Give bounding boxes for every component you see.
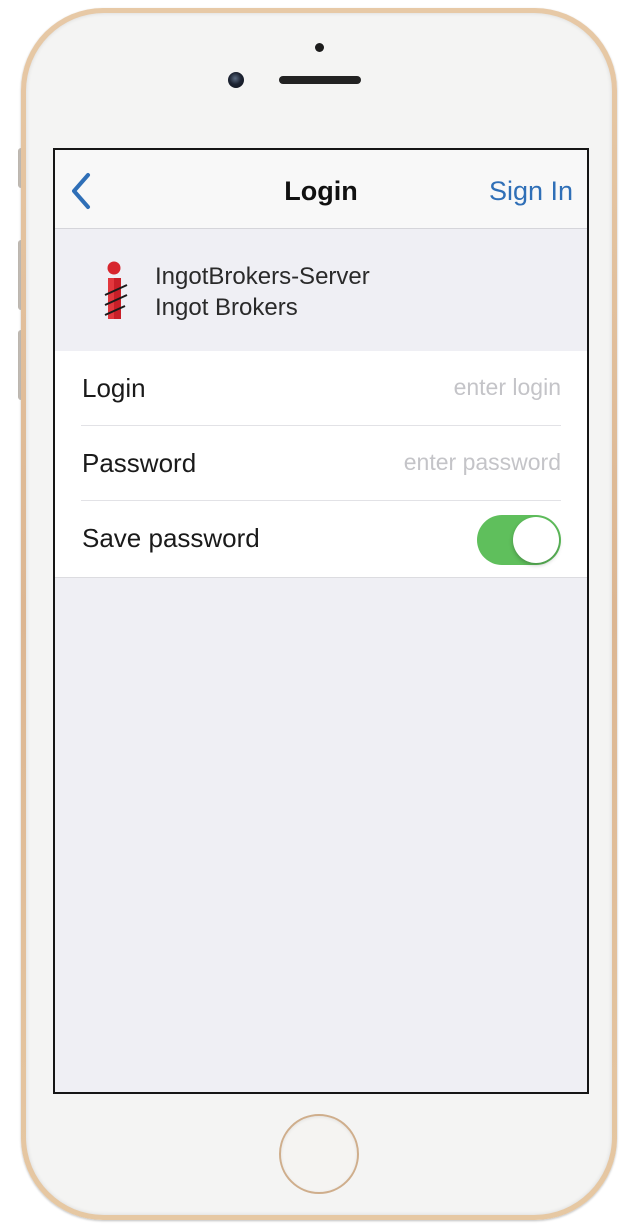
sign-in-button[interactable]: Sign In (489, 176, 573, 207)
password-label: Password (82, 448, 197, 478)
proximity-sensor (315, 43, 324, 52)
save-password-label: Save password (82, 523, 260, 553)
login-form: Login Password Save password (55, 351, 587, 578)
device-mockup: Login Sign In IngotBrokers-Server Ingot … (0, 0, 619, 1227)
navigation-bar: Login Sign In (55, 150, 587, 229)
front-camera (228, 72, 244, 88)
password-input[interactable] (321, 446, 561, 478)
password-row: Password (55, 426, 587, 501)
app-screen: Login Sign In IngotBrokers-Server Ingot … (53, 148, 589, 1094)
login-row: Login (55, 351, 587, 426)
broker-name: Ingot Brokers (155, 294, 298, 321)
earpiece-speaker (279, 76, 361, 84)
home-button[interactable] (279, 1114, 359, 1194)
save-password-toggle[interactable] (477, 515, 561, 565)
login-label: Login (82, 373, 146, 403)
server-info: IngotBrokers-Server Ingot Brokers (55, 229, 587, 351)
login-input[interactable] (321, 371, 561, 403)
save-password-row: Save password (55, 501, 587, 576)
ingot-brokers-logo-icon (101, 261, 131, 323)
server-name: IngotBrokers-Server (155, 263, 370, 290)
toggle-knob (513, 517, 559, 563)
